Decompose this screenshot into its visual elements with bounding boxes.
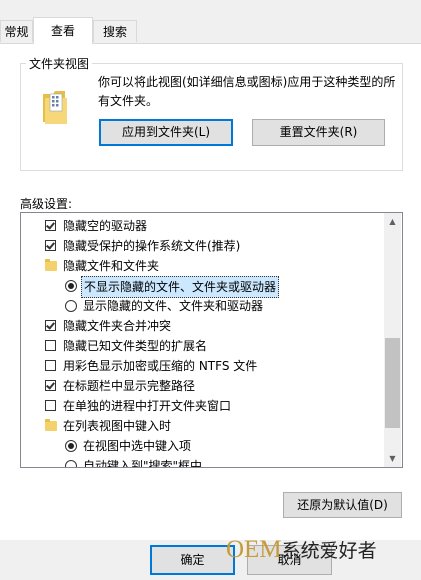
tab-strip: 常规 查看 搜索 bbox=[0, 0, 421, 44]
checkbox-unchecked[interactable] bbox=[45, 340, 56, 351]
option-label: 在视图中选中键入项 bbox=[83, 439, 192, 453]
option-label: 自动键入到"搜索"框中 bbox=[83, 459, 203, 468]
checkbox-checked[interactable] bbox=[45, 220, 56, 231]
checkbox-checked[interactable] bbox=[45, 320, 56, 331]
group-label: 在列表视图中键入时 bbox=[63, 419, 172, 433]
scrollbar-thumb[interactable] bbox=[385, 338, 400, 428]
folder-view-icon bbox=[41, 86, 71, 126]
radio-checked[interactable] bbox=[65, 440, 77, 452]
scroll-up-icon[interactable]: ▲ bbox=[384, 213, 401, 230]
option-label: 隐藏文件夹合并冲突 bbox=[63, 319, 172, 333]
group-label: 隐藏文件和文件夹 bbox=[63, 259, 160, 273]
option-label: 显示隐藏的文件、文件夹和驱动器 bbox=[83, 299, 264, 313]
checkbox-unchecked[interactable] bbox=[45, 400, 56, 411]
description-line-2: 有文件夹。 bbox=[98, 94, 159, 108]
description-line-1: 你可以将此视图(如详细信息或图标)应用于这种类型的所 bbox=[98, 75, 396, 89]
restore-defaults-button[interactable]: 还原为默认值(D) bbox=[283, 492, 402, 518]
reset-folders-button[interactable]: 重置文件夹(R) bbox=[252, 119, 385, 146]
apply-to-folders-button[interactable]: 应用到文件夹(L) bbox=[99, 119, 233, 146]
advanced-settings-list[interactable]: 隐藏空的驱动器 隐藏受保护的操作系统文件(推荐) 隐藏文件和文件夹 不显示隐藏的… bbox=[20, 212, 403, 468]
option-label: 隐藏受保护的操作系统文件(推荐) bbox=[63, 239, 241, 253]
folder-view-title: 文件夹视图 bbox=[26, 55, 93, 72]
scroll-down-icon[interactable]: ▼ bbox=[384, 450, 401, 467]
option-label: 在标题栏中显示完整路径 bbox=[63, 379, 196, 393]
tab-search[interactable]: 搜索 bbox=[93, 20, 137, 42]
option-label: 在单独的进程中打开文件夹窗口 bbox=[63, 399, 232, 413]
watermark-text: 系统爱好者 bbox=[281, 540, 377, 562]
radio-unchecked[interactable] bbox=[65, 460, 77, 467]
folder-icon bbox=[45, 419, 57, 431]
checkbox-checked[interactable] bbox=[45, 240, 56, 251]
tab-general[interactable]: 常规 bbox=[0, 20, 33, 42]
option-label: 不显示隐藏的文件、文件夹或驱动器 bbox=[81, 276, 280, 298]
ok-button[interactable]: 确定 bbox=[150, 545, 235, 575]
folder-icon bbox=[45, 259, 57, 271]
tab-view[interactable]: 查看 bbox=[33, 17, 93, 44]
watermark-logo: OEM系统爱好者 bbox=[226, 536, 377, 564]
vertical-scrollbar[interactable]: ▲ ▼ bbox=[384, 213, 401, 467]
folder-view-description: 你可以将此视图(如详细信息或图标)应用于这种类型的所 有文件夹。 bbox=[98, 73, 398, 111]
option-label: 用彩色显示加密或压缩的 NTFS 文件 bbox=[63, 359, 258, 373]
checkbox-unchecked[interactable] bbox=[45, 360, 56, 371]
radio-unchecked[interactable] bbox=[65, 300, 77, 312]
advanced-settings-label: 高级设置: bbox=[20, 197, 73, 211]
option-label: 隐藏空的驱动器 bbox=[63, 219, 148, 233]
radio-checked[interactable] bbox=[65, 280, 77, 292]
option-label: 隐藏已知文件类型的扩展名 bbox=[63, 339, 208, 353]
watermark-brand: OEM bbox=[226, 536, 282, 563]
checkbox-checked[interactable] bbox=[45, 380, 56, 391]
